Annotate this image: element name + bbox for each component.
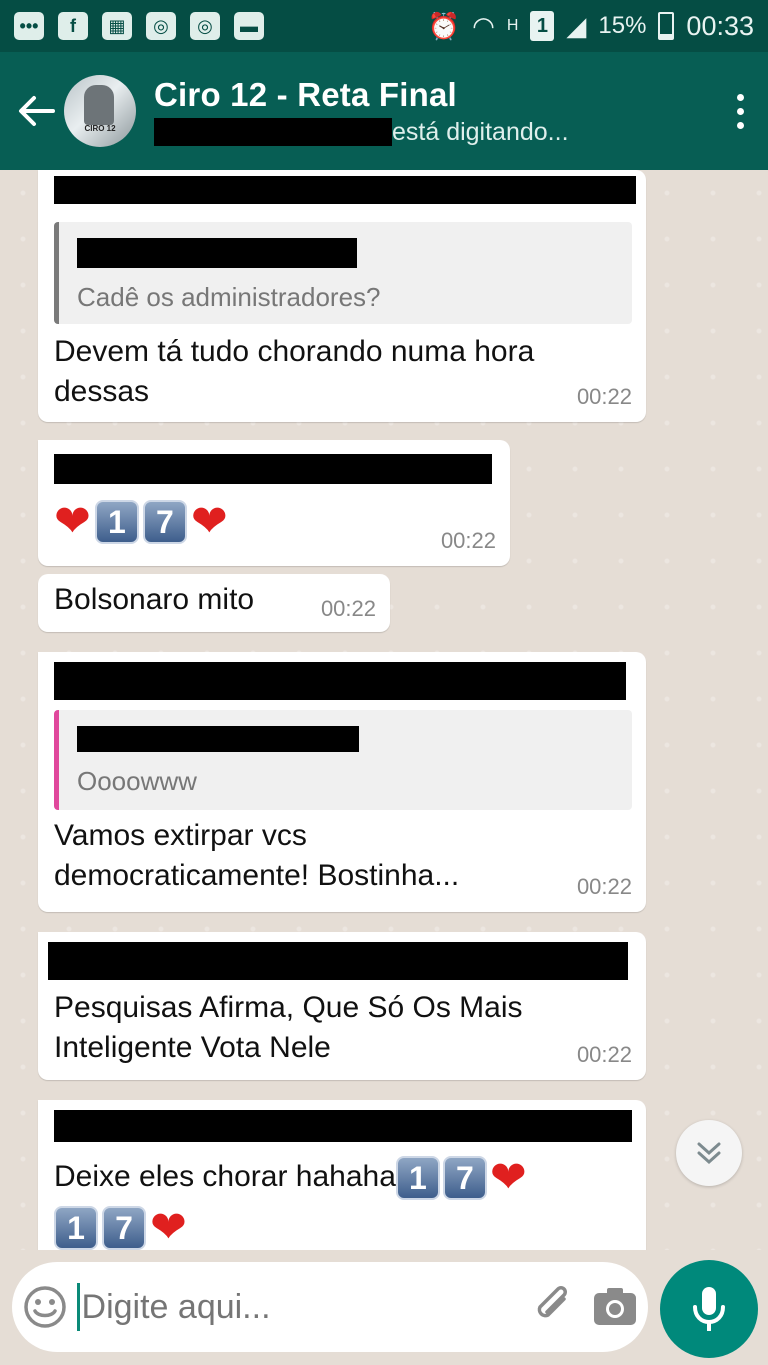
redacted-name [154,118,392,146]
status-bar: ••• f ▦ ◎ ◎ ▬ ⏰ ◠ H 1 ◢ 15% 00:33 [0,0,768,52]
message-text: Vamos extirpar vcs democraticamente! Bos… [54,819,460,892]
clock: 00:33 [686,10,754,41]
heart-emoji: ❤ [150,1203,187,1250]
message-time: 00:22 [576,384,632,409]
emoji-inline: 1 7 ❤ [395,1153,527,1202]
chat-header: CIRO 12 Ciro 12 - Reta Final está digita… [0,52,768,170]
group-avatar[interactable]: CIRO 12 [64,75,136,147]
heart-emoji: ❤ [54,497,91,546]
redacted-sender [54,176,636,204]
back-arrow-icon[interactable] [6,81,66,141]
emoji-row: ❤ 1 7 ❤ [54,500,496,544]
keycap-emoji: 7 [442,1156,487,1200]
typing-indicator: está digitando... [392,117,569,146]
paperclip-icon[interactable] [525,1285,583,1329]
message-time: 00:22 [440,528,496,553]
sim-icon: 1 [530,11,555,41]
quoted-text: Oooowww [77,766,197,796]
message-time: 00:22 [576,874,632,899]
message-text: Pesquisas Afirma, Que Só Os Mais Intelig… [54,991,523,1064]
keycap-emoji: 7 [102,1206,146,1250]
network-type: H [506,17,519,34]
message-text: Deixe eles chorar hahaha [54,1159,396,1193]
instagram-icon-2: ◎ [190,12,220,40]
more-vert-icon[interactable] [720,93,760,129]
redacted-sender [48,942,628,980]
signal-icon: ◢ [566,10,587,41]
redacted-sender [54,1110,632,1142]
keycap-emoji: 1 [94,500,139,544]
scroll-to-bottom-button[interactable] [676,1120,742,1186]
message-text: Devem tá tudo chorando numa hora dessas [54,335,535,408]
message-bubble[interactable]: Cadê os administradores? Devem tá tudo c… [38,170,646,422]
keycap-emoji: 1 [395,1156,440,1200]
voice-record-button[interactable] [660,1260,758,1358]
text-cursor [77,1283,80,1331]
smiley-icon[interactable] [12,1284,77,1330]
message-bubble[interactable]: ❤ 1 7 ❤ 00:22 [38,440,510,566]
avatar-label: CIRO 12 [84,124,116,133]
message-row: Deixe eles chorar hahaha 1 7 ❤ [54,1156,632,1200]
redacted-quote-author [77,726,359,752]
redacted-sender [54,454,492,484]
message-input-container[interactable] [12,1262,648,1352]
wifi-icon: ◠ [472,10,495,41]
compose-bar [0,1250,768,1365]
message-bubble[interactable]: Pesquisas Afirma, Que Só Os Mais Intelig… [38,932,646,1080]
redacted-quote-author [77,238,357,268]
battery-icon [658,12,675,40]
redacted-sender [54,662,626,700]
system-indicators: ⏰ ◠ H 1 ◢ 15% 00:33 [428,11,754,42]
quoted-message[interactable]: Oooowww [54,710,632,810]
chat-notification-icon: ▬ [234,12,264,40]
message-time: 00:22 [576,1042,632,1067]
heart-emoji: ❤ [489,1153,527,1202]
message-bubble[interactable]: Bolsonaro mito 00:22 [38,574,390,632]
keycap-emoji: 7 [142,500,187,544]
message-input[interactable] [81,1287,525,1327]
message-time: 00:22 [320,596,376,621]
battery-percent: 15% [598,12,647,39]
quoted-message[interactable]: Cadê os administradores? [54,222,632,324]
alarm-icon: ⏰ [427,10,461,41]
instagram-icon: ◎ [146,12,176,40]
notification-icons: ••• f ▦ ◎ ◎ ▬ [14,12,264,40]
heart-emoji: ❤ [190,497,228,546]
keycap-emoji: 1 [54,1206,98,1250]
facebook-icon: f [58,12,88,40]
quoted-text: Cadê os administradores? [77,282,381,312]
calendar-icon: ▦ [102,12,132,40]
message-bubble[interactable]: Deixe eles chorar hahaha 1 7 ❤ 1 7 ❤ [38,1100,646,1250]
message-list[interactable]: Cadê os administradores? Devem tá tudo c… [0,170,768,1250]
emoji-row: 1 7 ❤ [54,1206,632,1250]
chat-title-area[interactable]: Ciro 12 - Reta Final está digitando... [154,76,720,147]
chevron-down-icon [697,1142,721,1165]
message-bubble[interactable]: Oooowww Vamos extirpar vcs democraticame… [38,652,646,912]
messages-notification-icon: ••• [14,12,44,40]
mic-icon [693,1287,725,1331]
chat-subtitle: está digitando... [154,118,720,147]
camera-icon[interactable] [583,1287,648,1327]
chat-title: Ciro 12 - Reta Final [154,75,457,113]
